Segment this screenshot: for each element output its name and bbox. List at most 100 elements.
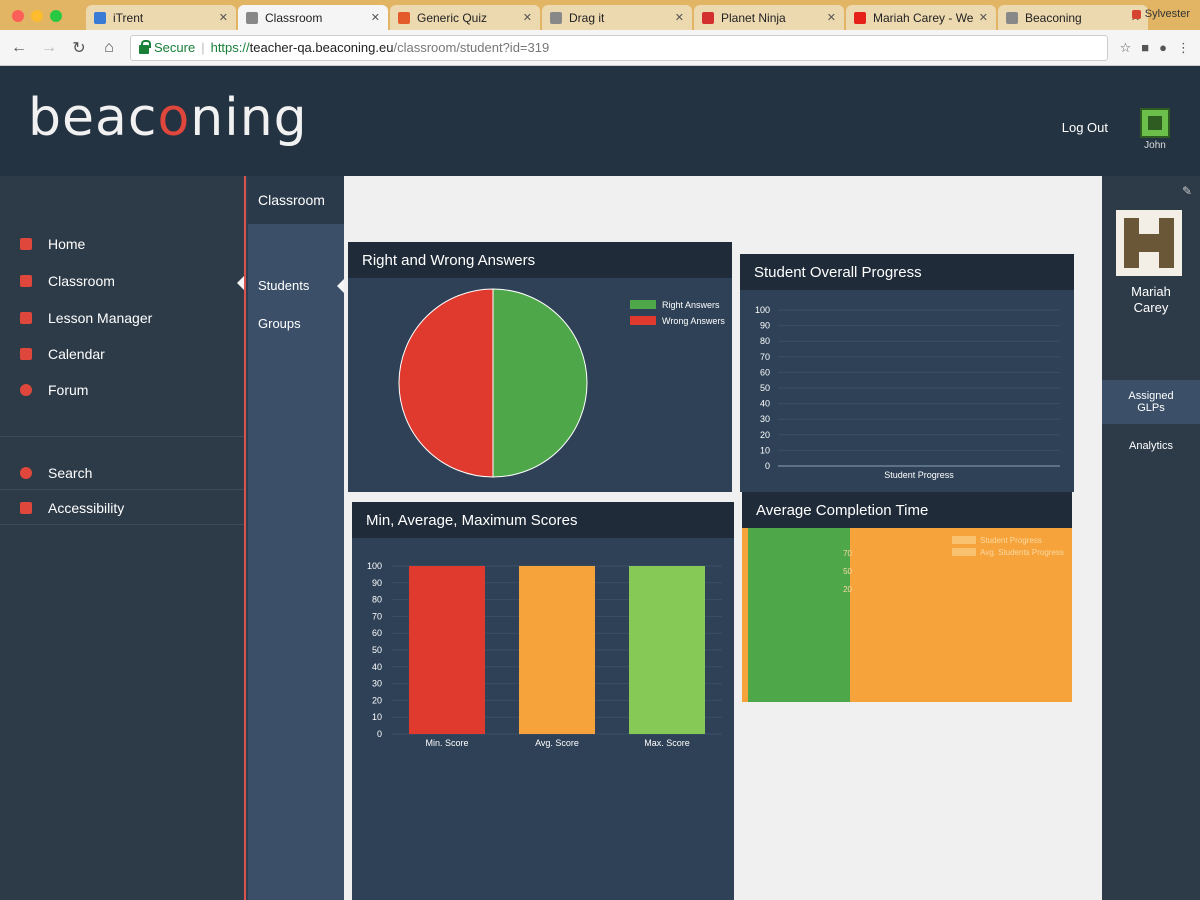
legend-swatch bbox=[630, 316, 656, 325]
menu-icon[interactable]: ⋮ bbox=[1177, 40, 1190, 56]
close-tab-icon[interactable]: ✕ bbox=[827, 11, 836, 24]
sidebar-item-forum[interactable]: Forum bbox=[20, 382, 88, 398]
tab-label: iTrent bbox=[113, 10, 144, 25]
panel-title: Average Completion Time bbox=[742, 492, 1072, 528]
browser-toolbar: ← → ↻ ⌂ Secure | https:// teacher-qa.bea… bbox=[0, 30, 1200, 66]
browser-tab[interactable]: iTrent ✕ bbox=[86, 5, 236, 30]
active-indicator-arrow bbox=[337, 279, 344, 293]
url-path: /classroom/student?id=319 bbox=[393, 40, 550, 55]
y-tick-label: 0 bbox=[765, 461, 770, 471]
y-tick-label: 50 bbox=[372, 645, 382, 655]
completion-panel: Average Completion Time 70 50 20 Student Pr… bbox=[742, 492, 1072, 702]
progress-panel: Student Overall Progress 0 10 20 30 40 50 60 70… bbox=[740, 254, 1074, 492]
secure-indicator[interactable]: Secure bbox=[139, 40, 195, 55]
pie-slice[interactable] bbox=[492, 288, 588, 478]
user-name: John bbox=[1144, 140, 1166, 151]
user-avatar[interactable] bbox=[1140, 108, 1170, 138]
sidebar-item-accessibility[interactable]: Accessibility bbox=[20, 500, 124, 516]
pie-slice[interactable] bbox=[398, 288, 494, 478]
sidebar-divider bbox=[0, 436, 244, 437]
y-tick-label: 30 bbox=[372, 679, 382, 689]
tab-strip: iTrent ✕ Classroom ✕ Generic Quiz ✕ Drag it ✕ Pl… bbox=[0, 0, 1200, 30]
logout-link[interactable]: Log Out bbox=[1062, 120, 1108, 135]
sidebar-item-calendar[interactable]: Calendar bbox=[20, 346, 105, 362]
score-bar[interactable] bbox=[629, 566, 705, 734]
student-progress-area[interactable] bbox=[748, 528, 850, 702]
legend-swatch bbox=[952, 536, 976, 544]
y-tick-label: 60 bbox=[760, 367, 770, 377]
close-tab-icon[interactable]: ✕ bbox=[219, 11, 228, 24]
back-arrow-icon[interactable]: ← bbox=[10, 39, 28, 57]
progress-bar-chart: 0 10 20 30 40 50 60 70 80 90 100 Student Progress bbox=[755, 305, 1060, 480]
tab-label: Beaconing bbox=[1025, 10, 1082, 25]
sidebar-item-label: Lesson Manager bbox=[48, 310, 153, 326]
browser-tab[interactable]: Drag it ✕ bbox=[542, 5, 692, 30]
y-tick-label: 90 bbox=[372, 578, 382, 588]
graduation-cap-icon bbox=[20, 275, 32, 287]
sidebar-item-label: Calendar bbox=[48, 346, 105, 362]
minimize-window-icon[interactable] bbox=[31, 10, 43, 22]
panel-title: Student Overall Progress bbox=[740, 254, 1074, 290]
legend-label: Avg. Students Progress bbox=[980, 548, 1064, 557]
assigned-glps-link[interactable]: Assigned GLPs bbox=[1102, 380, 1200, 424]
legend-label: Wrong Answers bbox=[662, 316, 725, 326]
y-tick-label: 0 bbox=[377, 729, 382, 739]
sidebar-item-label: Classroom bbox=[48, 273, 115, 289]
favicon-icon bbox=[398, 11, 410, 24]
reload-icon[interactable]: ↻ bbox=[70, 38, 88, 58]
extension-icon[interactable]: ● bbox=[1159, 40, 1167, 56]
score-bar[interactable] bbox=[409, 566, 485, 734]
browser-profile[interactable]: Sylvester bbox=[1131, 8, 1190, 20]
tab-label: Classroom bbox=[265, 10, 323, 25]
extension-icon[interactable]: ■ bbox=[1141, 40, 1149, 56]
browser-tab[interactable]: Classroom ✕ bbox=[238, 5, 388, 30]
subnav-item-students[interactable]: Students bbox=[258, 278, 309, 293]
close-tab-icon[interactable]: ✕ bbox=[979, 11, 988, 24]
home-icon bbox=[20, 238, 32, 250]
close-tab-icon[interactable]: ✕ bbox=[371, 11, 380, 24]
favicon-icon bbox=[550, 11, 562, 24]
omnibox-separator: | bbox=[201, 40, 205, 55]
close-tab-icon[interactable]: ✕ bbox=[523, 11, 532, 24]
close-window-icon[interactable] bbox=[12, 10, 24, 22]
avatar-icon bbox=[1124, 218, 1174, 268]
sidebar-item-home[interactable]: Home bbox=[20, 236, 85, 252]
beaconing-logo[interactable]: beaconing bbox=[28, 88, 308, 148]
sidebar-item-search[interactable]: Search bbox=[20, 465, 92, 481]
address-bar[interactable]: Secure | https:// teacher-qa.beaconing.e… bbox=[130, 34, 1108, 61]
tab-label: Planet Ninja bbox=[721, 10, 786, 25]
browser-tab[interactable]: Planet Ninja ✕ bbox=[694, 5, 844, 30]
sidebar-item-label: Search bbox=[48, 465, 93, 481]
browser-tab[interactable]: Beaconing✕ bbox=[998, 5, 1148, 30]
y-tick-label: 20 bbox=[760, 430, 770, 440]
subnav-item-groups[interactable]: Groups bbox=[258, 316, 301, 331]
right-wrong-panel: Right and Wrong Answers Right Answers Wro… bbox=[348, 242, 732, 492]
lock-icon bbox=[139, 40, 151, 54]
y-tick-label: 50 bbox=[760, 383, 770, 393]
score-bar[interactable] bbox=[519, 566, 595, 734]
right-wrong-pie-chart: Right Answers Wrong Answers bbox=[398, 288, 725, 478]
favicon-icon bbox=[246, 11, 258, 24]
sidebar-item-lesson-manager[interactable]: Lesson Manager bbox=[20, 310, 152, 326]
tab-label: Drag it bbox=[569, 10, 605, 25]
y-tick-label: 100 bbox=[367, 561, 382, 571]
favicon-icon bbox=[1006, 11, 1018, 24]
completion-area-chart: 70 50 20 Student Progress Avg. Students Prog… bbox=[742, 528, 1072, 702]
sidebar-item-classroom[interactable]: Classroom bbox=[20, 273, 115, 289]
search-icon bbox=[20, 467, 32, 479]
browser-tab[interactable]: Generic Quiz ✕ bbox=[390, 5, 540, 30]
home-page-icon[interactable]: ⌂ bbox=[100, 39, 118, 57]
forward-arrow-icon[interactable]: → bbox=[40, 39, 58, 57]
edit-pencil-icon[interactable]: ✎ bbox=[1182, 184, 1192, 198]
x-tick-label: Min. Score bbox=[425, 738, 468, 748]
maximize-window-icon[interactable] bbox=[50, 10, 62, 22]
analytics-link[interactable]: Analytics bbox=[1102, 440, 1200, 452]
sidebar-divider bbox=[0, 489, 244, 490]
close-tab-icon[interactable]: ✕ bbox=[675, 11, 684, 24]
chat-bubble-icon bbox=[20, 384, 32, 396]
legend-label: Right Answers bbox=[662, 300, 720, 310]
browser-tab[interactable]: Mariah Carey - We Belon ✕ bbox=[846, 5, 996, 30]
bookmark-star-icon[interactable]: ☆ bbox=[1120, 40, 1132, 56]
y-tick-label: 80 bbox=[760, 336, 770, 346]
y-tick-label: 50 bbox=[843, 567, 852, 576]
